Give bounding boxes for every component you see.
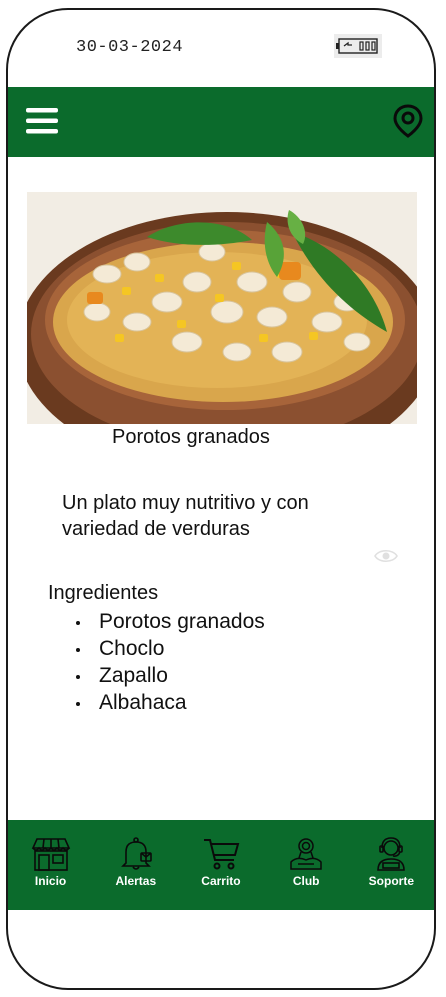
ingredient-item: Porotos granados	[68, 608, 265, 635]
club-badge-icon	[290, 838, 322, 870]
nav-alertas[interactable]: Alertas	[97, 820, 175, 888]
ingredients-heading: Ingredientes	[48, 582, 159, 604]
ingredient-item: Choclo	[68, 635, 265, 662]
dish-description: Un plato muy nutritivo y con variedad de…	[62, 492, 309, 540]
nav-carrito[interactable]: Carrito	[182, 820, 260, 888]
dish-photo	[27, 192, 417, 424]
ingredients-list: Porotos granados Choclo Zapallo Albahaca	[68, 608, 265, 716]
status-date: 30-03-2024	[76, 38, 184, 57]
eye-icon[interactable]	[374, 547, 398, 565]
nav-label: Inicio	[34, 874, 67, 888]
hamburger-menu-icon[interactable]	[26, 106, 58, 136]
nav-label: Club	[292, 874, 320, 888]
nav-soporte[interactable]: Soporte	[352, 820, 430, 888]
nav-inicio[interactable]: Inicio	[12, 820, 90, 888]
app-header	[8, 87, 434, 157]
cart-icon	[203, 839, 240, 870]
store-icon	[31, 838, 70, 871]
support-agent-icon	[377, 837, 406, 871]
ingredient-item: Zapallo	[68, 662, 265, 689]
phone-frame: 30-03-2024 Porotos granados Un plato muy…	[6, 8, 436, 990]
map-pin-icon[interactable]	[392, 104, 424, 138]
bottom-navigation: Inicio Alertas Carrito Club Soporte	[8, 820, 434, 910]
nav-label: Soporte	[368, 874, 415, 888]
nav-label: Carrito	[201, 874, 241, 888]
ingredient-item: Albahaca	[68, 689, 265, 716]
bell-icon	[120, 837, 152, 870]
dish-title: Porotos granados	[112, 426, 270, 448]
nav-club[interactable]: Club	[267, 820, 345, 888]
battery-icon	[334, 34, 382, 58]
nav-label: Alertas	[115, 874, 157, 888]
